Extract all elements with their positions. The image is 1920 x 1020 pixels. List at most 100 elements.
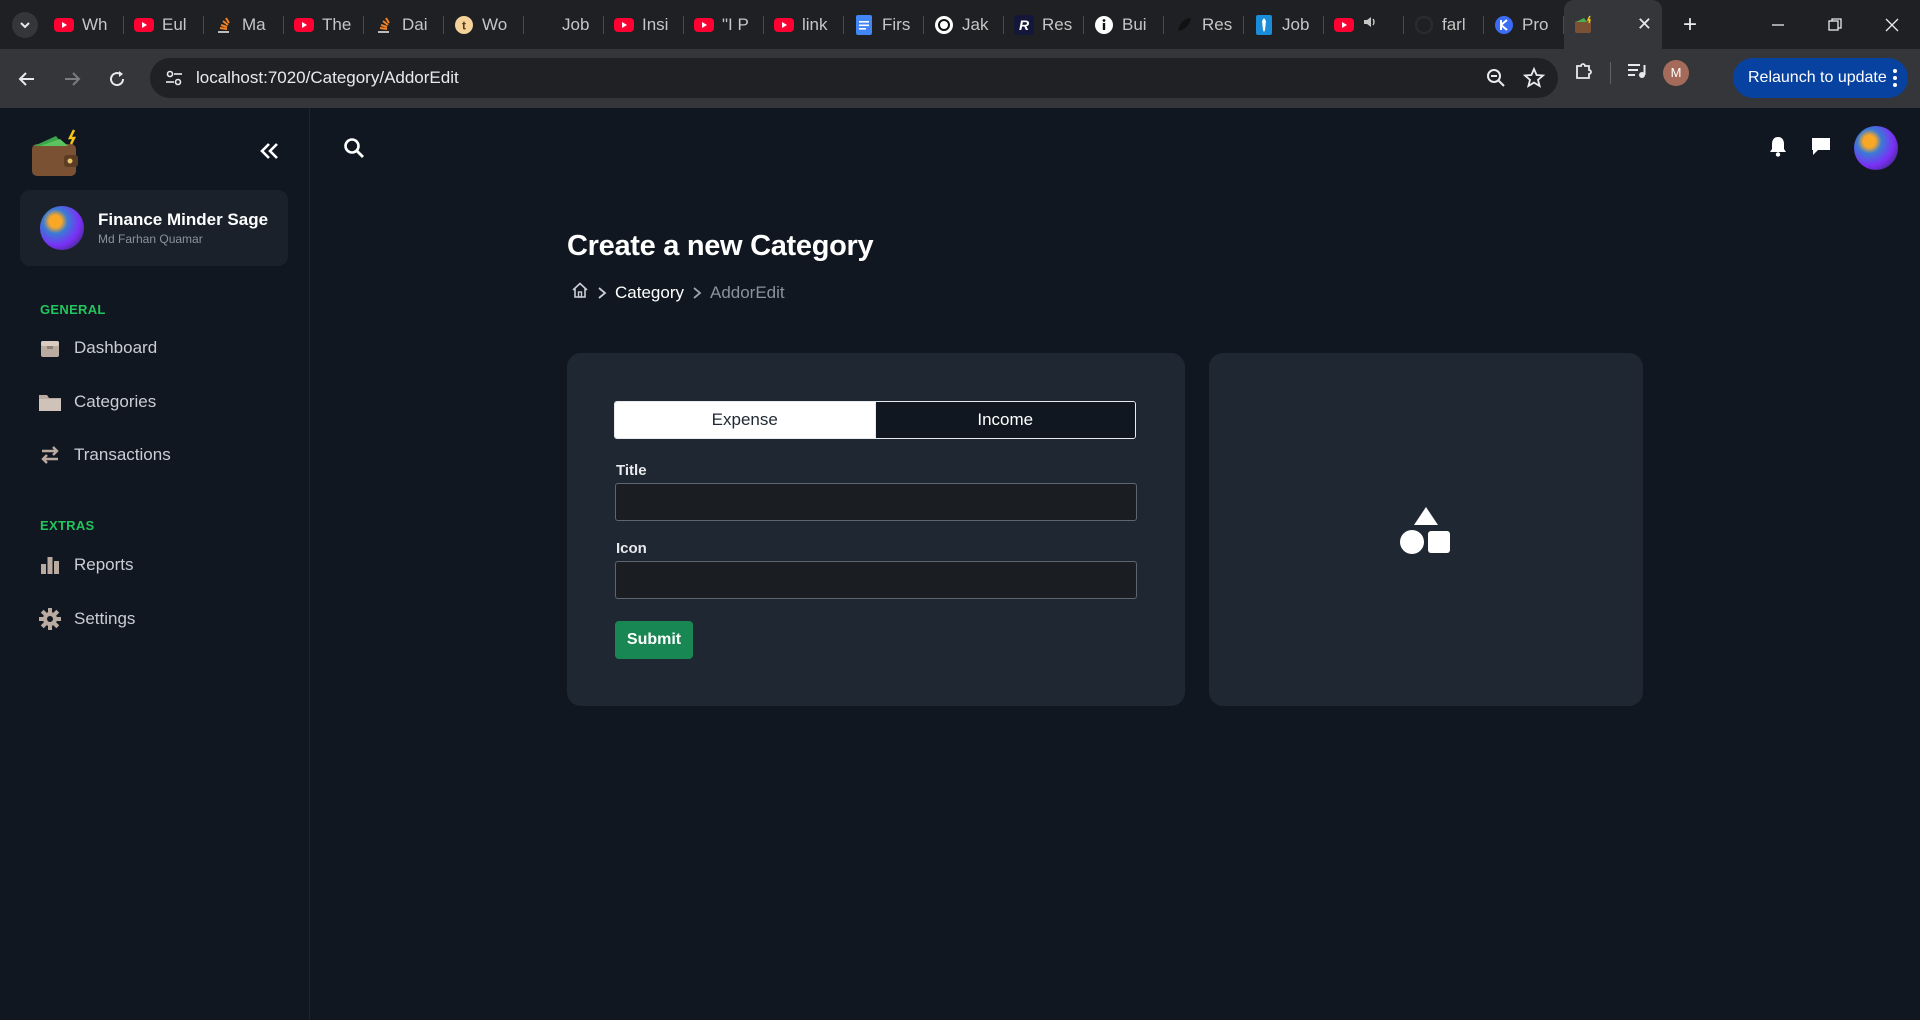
- icon-input[interactable]: [615, 561, 1137, 599]
- type-option-expense[interactable]: Expense: [615, 402, 875, 438]
- browser-tab[interactable]: link: [764, 0, 844, 49]
- browser-profile-avatar[interactable]: M: [1663, 59, 1689, 86]
- toolbar-divider: [1610, 61, 1611, 84]
- browser-tab[interactable]: Insi: [604, 0, 684, 49]
- restore-button[interactable]: [1806, 0, 1863, 49]
- media-control-icon[interactable]: [1625, 58, 1649, 87]
- extensions-puzzle-icon[interactable]: [1572, 58, 1596, 87]
- more-vert-icon[interactable]: [1892, 67, 1898, 94]
- browser-tab[interactable]: The: [284, 0, 364, 49]
- sidebar-profile-card[interactable]: Finance Minder Sage Md Farhan Quamar: [20, 190, 288, 266]
- sidebar-item-reports[interactable]: Reports: [38, 550, 134, 580]
- speaker-icon[interactable]: [1362, 14, 1378, 35]
- chat-bubble-icon: [1812, 137, 1830, 155]
- avatar: [40, 206, 84, 250]
- browser-tab[interactable]: Job: [524, 0, 604, 49]
- title-input[interactable]: [615, 483, 1137, 521]
- title-label: Title: [616, 462, 647, 479]
- close-window-button[interactable]: [1863, 0, 1920, 49]
- user-avatar[interactable]: [1854, 126, 1898, 170]
- site-info-icon[interactable]: [164, 68, 184, 93]
- sidebar-item-label: Dashboard: [74, 338, 158, 357]
- browser-tab[interactable]: Res: [1164, 0, 1244, 49]
- browser-tab[interactable]: Bui: [1084, 0, 1164, 49]
- back-button[interactable]: [9, 61, 45, 97]
- browser-tab-title: farl: [1442, 14, 1466, 34]
- forward-button[interactable]: [54, 61, 90, 97]
- youtube-icon: [694, 15, 714, 35]
- minimize-button[interactable]: [1749, 0, 1806, 49]
- chatgpt-icon: [934, 15, 954, 35]
- address-bar[interactable]: localhost:7020/Category/AddorEdit: [150, 58, 1558, 98]
- browser-tab[interactable]: Wh: [44, 0, 124, 49]
- shapes-icon: [1400, 506, 1450, 554]
- browser-tab[interactable]: Dai: [364, 0, 444, 49]
- collapse-sidebar-button[interactable]: [256, 138, 282, 164]
- type-option-income[interactable]: Income: [874, 402, 1135, 438]
- zoom-icon[interactable]: [1484, 66, 1508, 95]
- tie-icon: [1254, 14, 1274, 35]
- bitcoin-icon: t: [454, 15, 474, 35]
- reload-icon: [110, 70, 125, 86]
- sidebar-item-dashboard[interactable]: Dashboard: [38, 333, 157, 363]
- search-icon: [344, 138, 364, 158]
- wallet-logo-icon[interactable]: [30, 128, 82, 180]
- youtube-audio-icon: [1334, 15, 1354, 35]
- browser-tab[interactable]: R Res: [1004, 0, 1084, 49]
- double-chevron-left-icon: [260, 143, 278, 159]
- browser-tab[interactable]: Firs: [844, 0, 924, 49]
- stackoverflow-icon: [214, 15, 234, 35]
- tab-search-button[interactable]: [12, 11, 38, 38]
- browser-tab-title: Ma: [242, 14, 266, 34]
- browser-tab[interactable]: t Wo: [444, 0, 524, 49]
- sidebar-item-label: Settings: [74, 609, 136, 628]
- browser-tab[interactable]: Job: [1244, 0, 1324, 49]
- chevron-right-icon: [597, 286, 607, 300]
- browser-tab-title: Eul: [162, 14, 187, 34]
- browser-tab[interactable]: Ma: [204, 0, 284, 49]
- sidebar-item-settings[interactable]: Settings: [38, 604, 135, 634]
- browser-tab[interactable]: Eul: [124, 0, 204, 49]
- window-controls: [1749, 0, 1920, 49]
- browser-tab-title: Pro: [1522, 14, 1549, 34]
- category-type-toggle: Expense Income: [614, 401, 1136, 439]
- app-root: Finance Minder Sage Md Farhan Quamar GEN…: [0, 108, 1920, 1020]
- sidebar-item-label: Categories: [74, 392, 157, 411]
- browser-tab-title: Bui: [1122, 14, 1147, 34]
- page-title: Create a new Category: [567, 230, 874, 262]
- reload-button[interactable]: [99, 61, 135, 97]
- home-icon[interactable]: [571, 281, 589, 304]
- youtube-icon: [134, 15, 154, 35]
- breadcrumb-category[interactable]: Category: [615, 283, 684, 303]
- gear-icon: [38, 607, 62, 631]
- docs-icon: [854, 14, 874, 35]
- browser-tab[interactable]: Jak: [924, 0, 1004, 49]
- notifications-button[interactable]: [1768, 135, 1788, 162]
- svg-text:R: R: [1019, 17, 1030, 33]
- new-tab-button[interactable]: +: [1672, 7, 1708, 43]
- minimize-icon: [1771, 23, 1784, 26]
- relaunch-button[interactable]: Relaunch to update: [1733, 58, 1908, 98]
- browser-tab-title: The: [322, 14, 352, 34]
- browser-tab[interactable]: [1324, 0, 1404, 49]
- bookmark-star-icon[interactable]: [1522, 66, 1546, 95]
- category-preview-card: [1209, 353, 1643, 706]
- browser-tab-active[interactable]: ✕: [1564, 0, 1662, 49]
- topbar-actions: [1768, 126, 1898, 170]
- browser-tab-title: Res: [1042, 14, 1072, 34]
- browser-tab[interactable]: "I P: [684, 0, 764, 49]
- submit-button[interactable]: Submit: [615, 621, 693, 659]
- chevron-right-icon: [692, 286, 702, 300]
- browser-tab[interactable]: Pro: [1484, 0, 1564, 49]
- close-tab-button[interactable]: ✕: [1637, 14, 1652, 35]
- folder-icon: [38, 390, 62, 414]
- messages-button[interactable]: [1810, 135, 1832, 162]
- sidebar-item-transactions[interactable]: Transactions: [38, 440, 171, 470]
- user-name: Md Farhan Quamar: [98, 232, 203, 246]
- search-button[interactable]: [342, 136, 366, 160]
- browser-tab-title: Firs: [882, 14, 911, 34]
- browser-tab[interactable]: farl: [1404, 0, 1484, 49]
- url-text[interactable]: localhost:7020/Category/AddorEdit: [196, 68, 459, 88]
- sidebar-item-categories[interactable]: Categories: [38, 387, 156, 417]
- icon-label: Icon: [616, 540, 647, 557]
